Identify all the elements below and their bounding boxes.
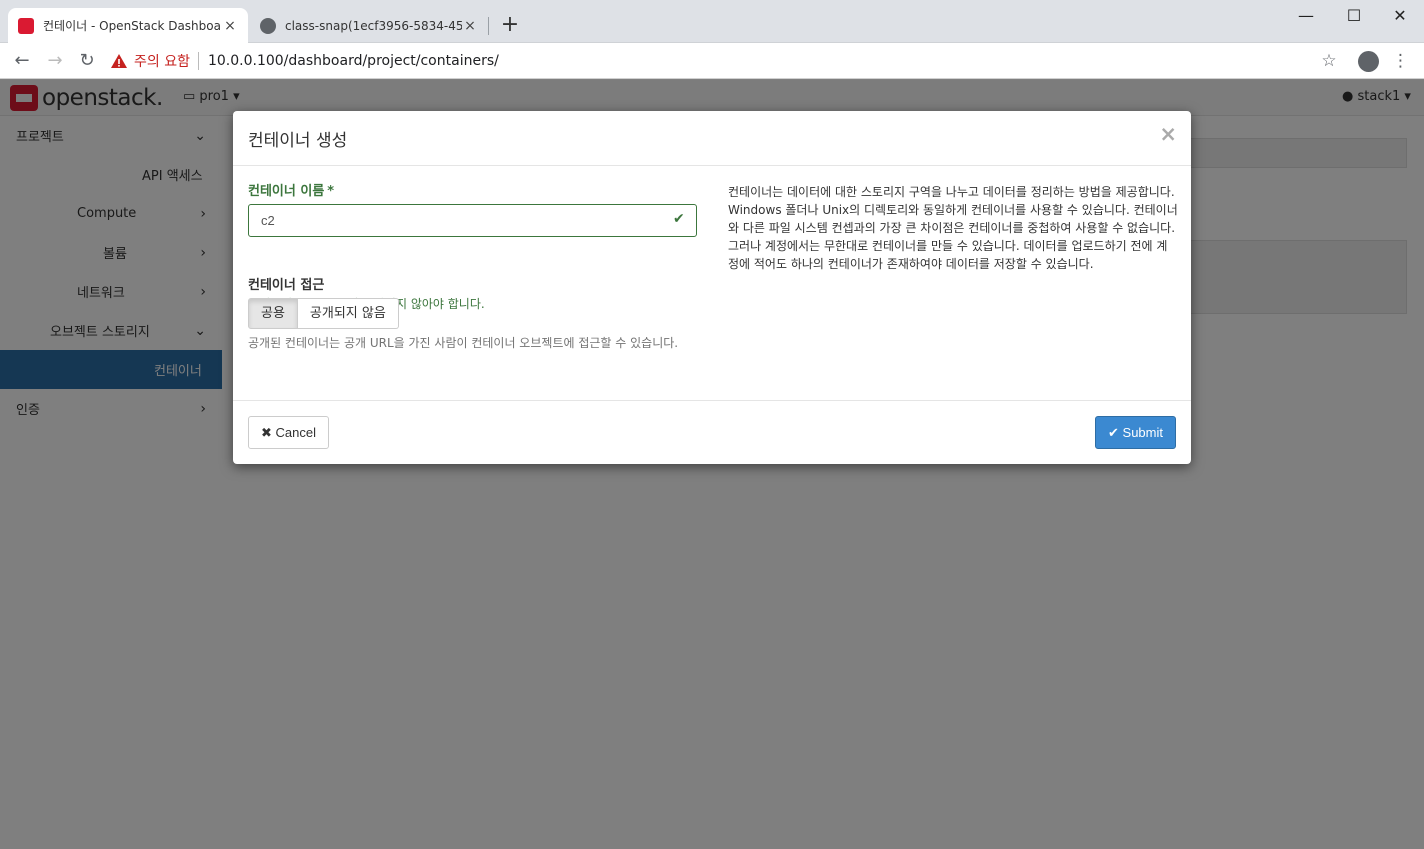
back-button[interactable]: ← <box>10 49 34 73</box>
tab-title: 컨테이너 - OpenStack Dashboard <box>43 19 222 33</box>
tab-close-icon[interactable]: × <box>462 18 478 34</box>
url-text[interactable]: 10.0.0.100/dashboard/project/containers/ <box>208 53 499 69</box>
submit-button[interactable]: ✔ Submit <box>1095 416 1176 449</box>
address-bar: ← → ↻ 주의 요함 10.0.0.100/dashboard/project… <box>0 43 1424 79</box>
security-warning-text[interactable]: 주의 요함 <box>134 51 190 71</box>
container-access-help: 공개된 컨테이너는 공개 URL을 가진 사람이 컨테이너 오브젝트에 접근할 … <box>248 336 679 350</box>
browser-tab-bar: 컨테이너 - OpenStack Dashboard × class-snap(… <box>0 0 1424 43</box>
access-public-button[interactable]: 공용 <box>248 298 298 329</box>
container-access-label: 컨테이너 접근 <box>248 278 325 293</box>
modal-title: 컨테이너 생성 <box>248 131 348 151</box>
tab-openstack-dashboard[interactable]: 컨테이너 - OpenStack Dashboard × <box>8 8 248 43</box>
globe-icon <box>260 17 276 34</box>
close-icon[interactable]: × <box>1159 122 1177 146</box>
close-window-button[interactable]: ✕ <box>1377 2 1423 30</box>
maximize-button[interactable]: ☐ <box>1331 2 1377 30</box>
cancel-button[interactable]: ✖ Cancel <box>248 416 329 449</box>
minimize-button[interactable]: — <box>1283 2 1329 30</box>
container-description: 컨테이너는 데이터에 대한 스토리지 구역을 나누고 데이터를 정리하는 방법을… <box>728 185 1178 271</box>
tab-separator <box>488 17 489 35</box>
modal-footer: ✖ Cancel ✔ Submit <box>233 401 1191 463</box>
container-name-label-text: 컨테이너 이름 <box>248 184 325 199</box>
modal-body: 컨테이너 이름* ✔ 컨테이너 이름에 "/"가 포함되지 않아야 합니다. 컨… <box>233 166 1191 401</box>
new-tab-button[interactable]: + <box>497 12 523 38</box>
tab-title: class-snap(1ecf3956-5834-45d0- <box>285 18 462 33</box>
create-container-modal: 컨테이너 생성 × 컨테이너 이름* ✔ 컨테이너 이름에 "/"가 포함되지 … <box>233 111 1191 464</box>
container-name-input[interactable] <box>248 204 697 237</box>
container-access-toggle: 공용 공개되지 않음 <box>248 298 399 329</box>
bookmark-star-icon[interactable]: ☆ <box>1318 49 1340 73</box>
access-private-button[interactable]: 공개되지 않음 <box>297 298 399 329</box>
openstack-favicon-icon <box>18 17 34 34</box>
browser-menu-icon[interactable]: ⋮ <box>1392 49 1409 73</box>
required-marker: * <box>327 184 335 199</box>
forward-button[interactable]: → <box>43 49 67 73</box>
tab-close-icon[interactable]: × <box>222 18 238 34</box>
tab-class-snap[interactable]: class-snap(1ecf3956-5834-45d0- × <box>250 8 488 43</box>
profile-avatar-icon[interactable] <box>1358 51 1379 72</box>
container-name-label: 컨테이너 이름 * <box>248 180 334 199</box>
modal-header: 컨테이너 생성 × <box>233 111 1191 166</box>
reload-button[interactable]: ↻ <box>75 49 99 73</box>
warning-icon <box>111 54 127 68</box>
omnibox-divider <box>197 52 199 70</box>
checkmark-icon: ✔ <box>673 211 685 227</box>
url-field[interactable]: 주의 요함 10.0.0.100/dashboard/project/conta… <box>110 47 1350 75</box>
